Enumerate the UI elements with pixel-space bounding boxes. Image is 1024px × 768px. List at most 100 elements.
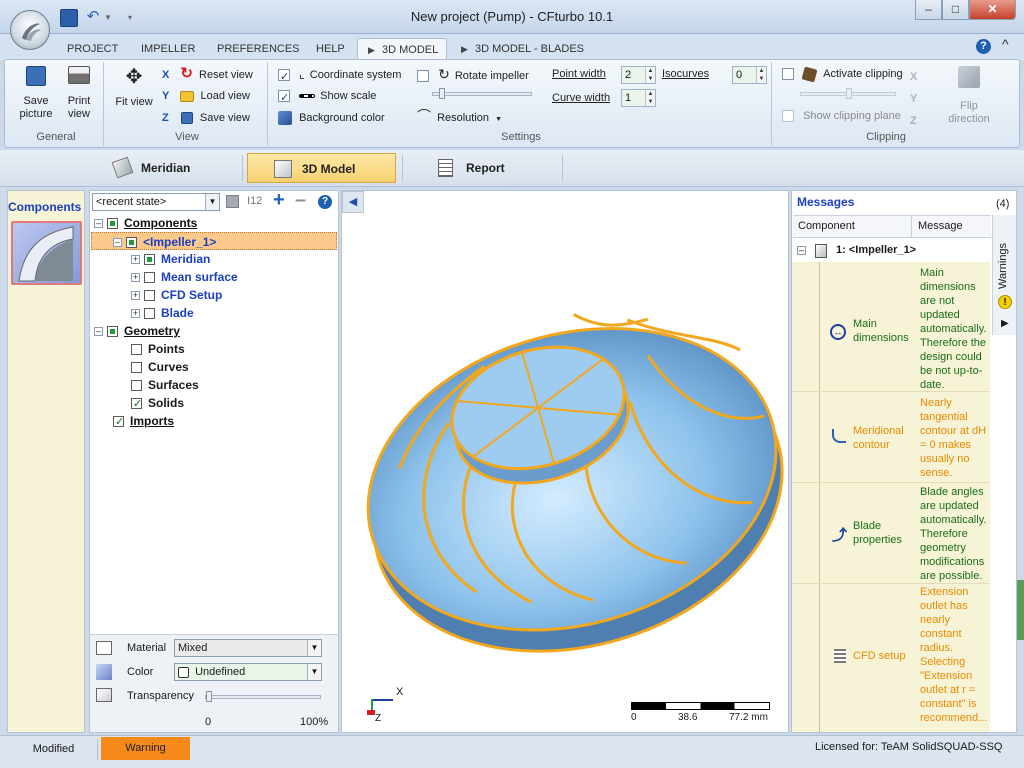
view-tab-3d-model[interactable]: 3D Model [247,153,396,183]
message-item[interactable]: ↔ Main dimensions Main dimensions are no… [792,264,990,392]
tree-row-imports[interactable]: Imports [109,412,174,431]
scrollbar-thumb[interactable] [1017,580,1024,640]
coordinate-system-checkbox[interactable] [278,67,290,87]
tree-checkbox[interactable] [131,344,142,356]
recent-state-dropdown[interactable]: <recent state> ▼ [92,193,220,211]
tree-row-geometry[interactable]: – Geometry [94,322,180,340]
rotate-speed-slider[interactable] [432,88,532,99]
tree-row-solids[interactable]: Solids [127,394,184,413]
tab-3d-model[interactable]: ▶ 3D MODEL [357,38,448,60]
transparency-slider[interactable] [205,691,321,702]
clip-x-icon[interactable]: X [910,66,917,88]
tree-checkbox[interactable] [131,395,142,413]
tree-checkbox[interactable] [113,413,124,431]
view-tab-meridian[interactable]: Meridian [108,153,238,183]
spin-arrows-icon[interactable]: ▲ ▼ [645,90,655,106]
clipping-position-slider[interactable] [800,88,896,99]
tree-row-blade[interactable]: + Blade [131,304,194,322]
tree-checkbox[interactable] [144,254,155,266]
activate-clipping-checkbox[interactable] [782,68,794,81]
tree-checkbox[interactable] [131,362,142,374]
message-item[interactable]: ⤴ Blade properties Blade angles are upda… [792,484,990,584]
load-view-button[interactable]: Y Load view [162,86,250,106]
point-width-input[interactable]: 2 ▲ ▼ [621,66,656,84]
rotate-impeller-checkbox[interactable] [417,70,429,83]
show-scale-checkbox[interactable] [278,88,290,108]
view-tab-report[interactable]: Report [432,153,562,183]
warnings-side-tab[interactable]: Warnings ! ▶ [992,215,1016,335]
coordinate-system-toggle[interactable]: ⌞ Coordinate system [278,64,401,87]
tree-checkbox[interactable] [144,290,155,302]
show-clipping-plane-toggle[interactable]: Show clipping plane [782,106,901,126]
message-item[interactable]: Meridional contour Nearly tangential con… [792,393,990,483]
column-component[interactable]: Component [798,220,855,232]
show-clipping-plane-checkbox[interactable] [782,110,794,123]
status-warning[interactable]: Warning [101,737,190,760]
clip-y-icon[interactable]: Y [910,88,917,110]
reset-view-button[interactable]: X ↻ Reset view [162,64,253,84]
tab-3d-model-blades[interactable]: ▶ 3D MODEL - BLADES [453,38,592,60]
tab-preferences[interactable]: PREFERENCES [209,38,308,60]
collapse-icon[interactable]: – [94,219,103,229]
remove-icon[interactable]: – [295,189,306,212]
background-color-button[interactable]: Background color [278,108,385,128]
save-view-button[interactable]: Z Save view [162,108,250,128]
save-picture-button[interactable]: Save picture [14,66,58,121]
print-view-button[interactable]: Print view [60,66,98,121]
tree-row-mean-surface[interactable]: + Mean surface [131,268,238,286]
clip-z-icon[interactable]: Z [910,110,917,132]
rotate-impeller-toggle[interactable]: ↻ Rotate impeller [417,64,529,84]
column-message[interactable]: Message [918,220,963,232]
impeller-component-thumbnail[interactable] [11,221,82,285]
collapse-icon[interactable]: – [113,238,122,248]
tree-checkbox[interactable] [144,308,155,320]
slider-thumb[interactable] [439,88,445,99]
tree-row-surfaces[interactable]: Surfaces [127,376,199,394]
slider-thumb[interactable] [846,88,852,99]
tree-help-icon[interactable]: ? [318,195,332,209]
spin-arrows-icon[interactable]: ▲ ▼ [645,67,655,83]
fit-view-button[interactable]: ✥ Fit view [112,66,156,109]
minimize-button[interactable]: – [915,0,942,20]
resolution-dropdown[interactable]: ⌒ Resolution ▼ [417,106,502,126]
close-button[interactable]: ✕ [969,0,1016,20]
tree-checkbox[interactable] [107,326,118,338]
expand-icon[interactable]: + [131,255,140,265]
tree-row-meridian[interactable]: + Meridian [131,250,210,268]
tree-checkbox[interactable] [131,380,142,392]
add-icon[interactable]: + [273,189,285,212]
ribbon-collapse-icon[interactable]: ^ [1002,36,1009,52]
tab-impeller[interactable]: IMPELLER [133,38,203,60]
tab-project[interactable]: PROJECT [59,38,126,60]
help-icon[interactable]: ? [976,39,991,54]
tree-checkbox[interactable] [144,272,155,284]
spin-arrows-icon[interactable]: ▲ ▼ [756,67,766,83]
expand-icon[interactable]: + [131,309,140,319]
tree-row-cfd-setup[interactable]: + CFD Setup [131,286,222,304]
tree-row-impeller[interactable]: – <Impeller_1> [91,232,337,250]
activate-clipping-toggle[interactable]: Activate clipping [782,64,903,84]
curve-width-input[interactable]: 1 ▲ ▼ [621,89,656,107]
message-item[interactable]: CFD setup Extension outlet has nearly co… [792,585,990,730]
tree-row-components[interactable]: – Components [94,214,197,232]
expand-icon[interactable]: + [131,273,140,283]
collapse-icon[interactable]: – [94,327,103,337]
stop-icon[interactable] [226,195,239,208]
expand-right-icon[interactable]: ▶ [1001,318,1009,329]
color-dropdown[interactable]: Undefined ▼ [174,663,322,681]
expand-icon[interactable]: + [131,291,140,301]
maximize-button[interactable]: □ [942,0,969,20]
flip-direction-button[interactable]: Flip direction [944,66,994,126]
tree-row-points[interactable]: Points [127,340,185,358]
show-scale-toggle[interactable]: Show scale [278,86,376,108]
tab-help[interactable]: HELP [308,38,353,60]
material-dropdown[interactable]: Mixed ▼ [174,639,322,657]
tree-checkbox[interactable] [126,237,137,249]
app-menu-button[interactable] [10,10,50,50]
3d-viewport[interactable]: ◀ X Z 0 38.6 77.2 mm [341,190,789,733]
tree-checkbox[interactable] [107,218,118,230]
collapse-icon[interactable]: – [797,246,806,255]
isocurves-input[interactable]: 0 ▲ ▼ [732,66,767,84]
tree-row-curves[interactable]: Curves [127,358,189,376]
slider-thumb[interactable] [206,691,212,702]
